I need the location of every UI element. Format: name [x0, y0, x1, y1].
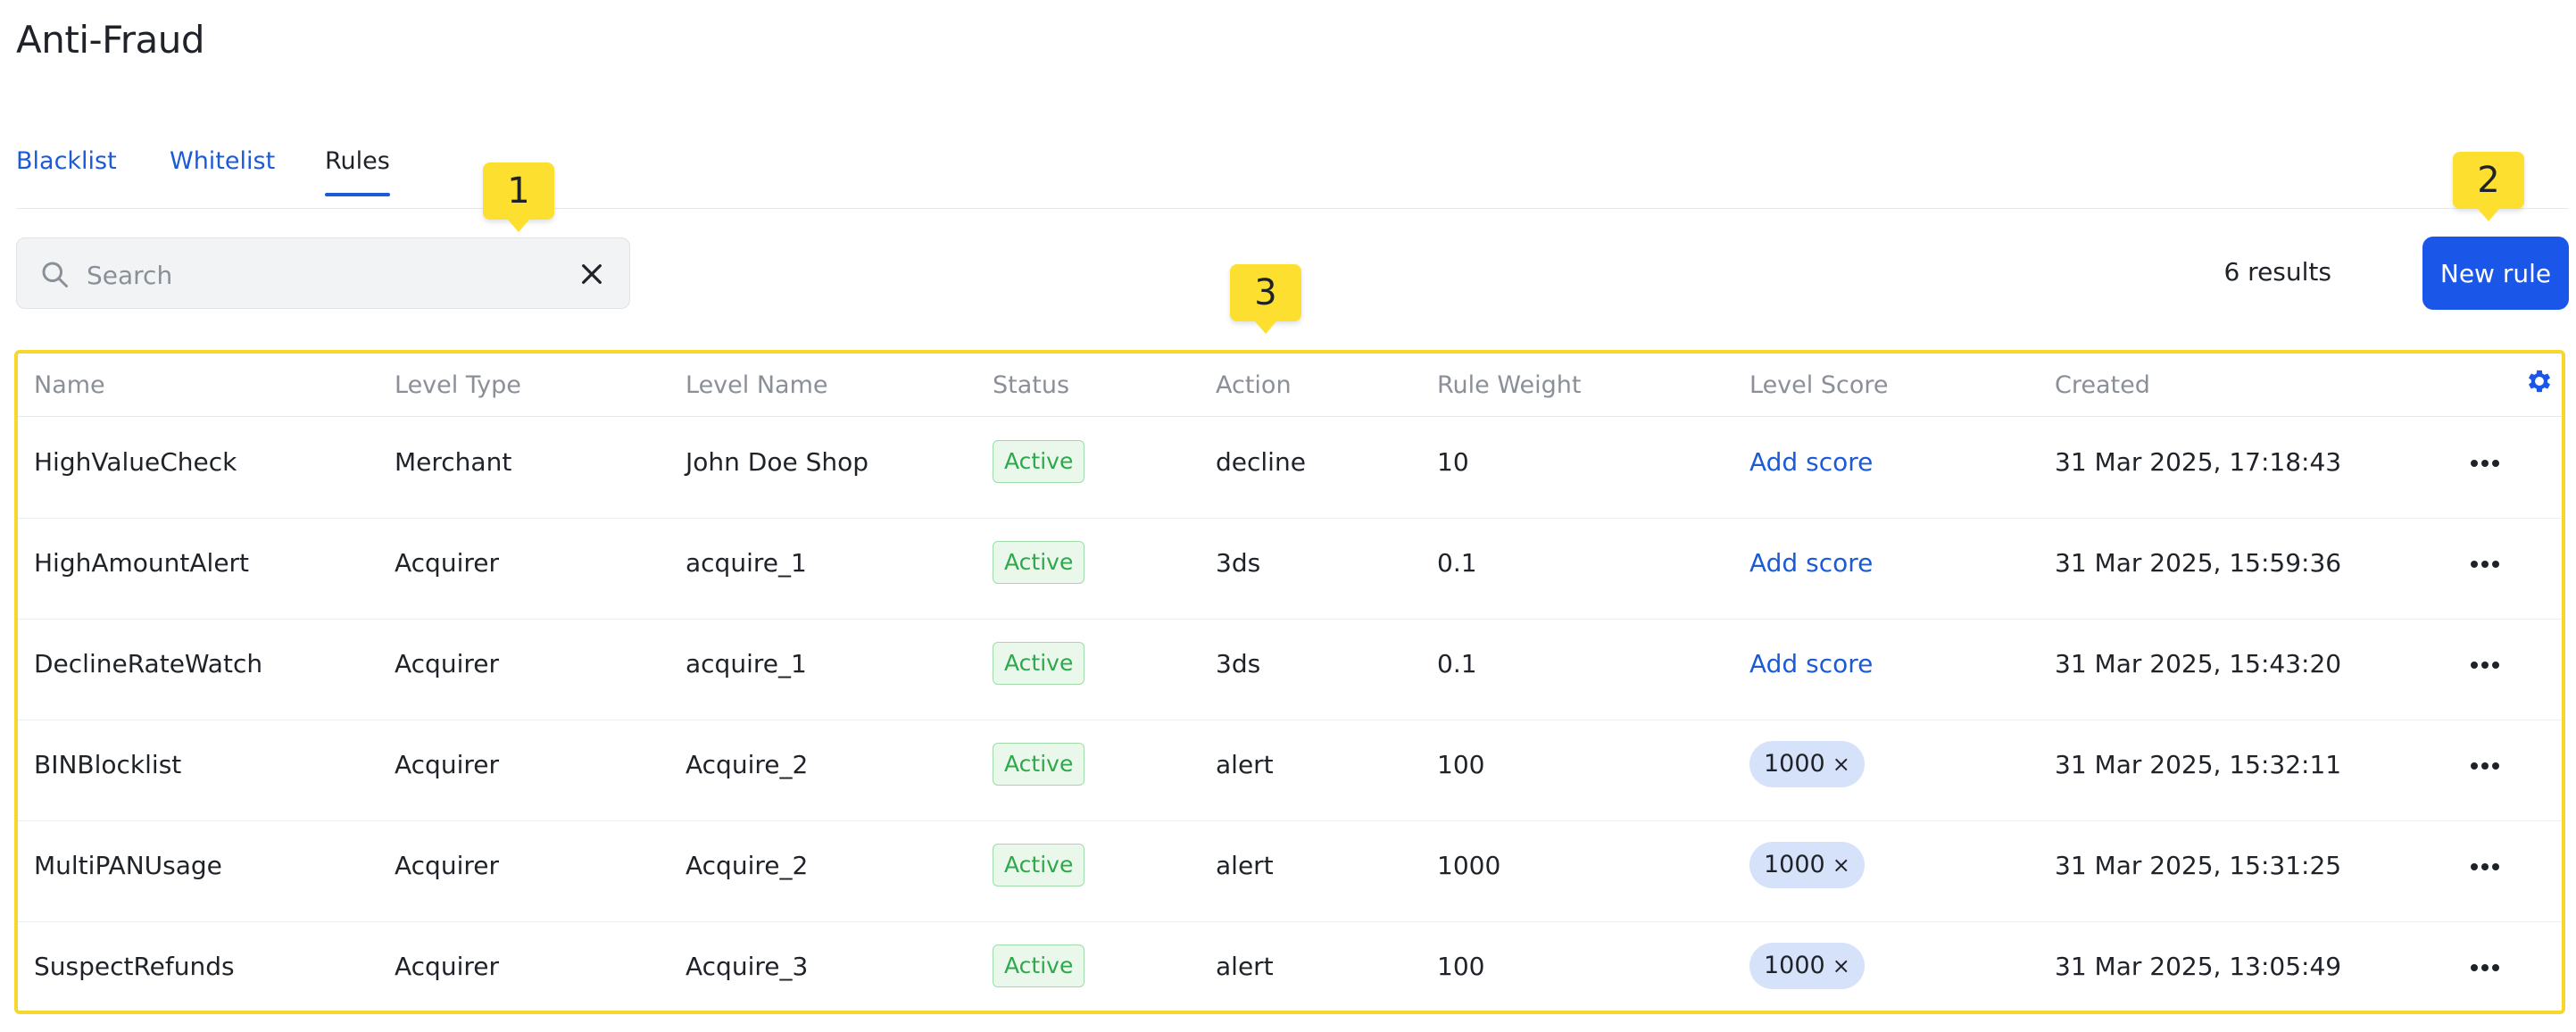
column-header-level-score[interactable]: Level Score: [1749, 371, 1888, 399]
table-header: Name Level Type Level Name Status Action…: [18, 354, 2562, 417]
cell-created: 31 Mar 2025, 17:18:43: [2055, 447, 2342, 477]
cell-action: 3ds: [1216, 649, 1261, 678]
cell-rule-weight: 100: [1437, 952, 1485, 981]
callout-3: 3: [1230, 264, 1301, 334]
more-horizontal-icon[interactable]: [2464, 748, 2506, 784]
cell-action: alert: [1216, 750, 1274, 779]
cell-created: 31 Mar 2025, 15:32:11: [2055, 750, 2342, 779]
column-header-level-type[interactable]: Level Type: [395, 371, 521, 399]
level-score-chip: 1000 ×: [1749, 741, 1865, 787]
column-header-rule-weight[interactable]: Rule Weight: [1437, 371, 1581, 399]
cell-level-name: Acquire_2: [686, 851, 809, 880]
cell-action: decline: [1216, 447, 1306, 477]
cell-level-name: Acquire_2: [686, 750, 809, 779]
page-title: Anti-Fraud: [16, 18, 205, 62]
cell-level-name: John Doe Shop: [686, 447, 869, 477]
tab-whitelist[interactable]: Whitelist: [170, 147, 275, 193]
cell-level-name: Acquire_3: [686, 952, 809, 981]
status-badge: Active: [993, 743, 1085, 786]
search-icon: [42, 262, 68, 287]
level-score-chip: 1000 ×: [1749, 943, 1865, 989]
table-row[interactable]: HighAmountAlert Acquirer acquire_1 Activ…: [18, 518, 2562, 620]
cell-created: 31 Mar 2025, 15:43:20: [2055, 649, 2342, 678]
cell-created: 31 Mar 2025, 13:05:49: [2055, 952, 2342, 981]
cell-created: 31 Mar 2025, 15:59:36: [2055, 548, 2342, 578]
cell-name: HighValueCheck: [34, 447, 237, 477]
cell-level-type: Acquirer: [395, 851, 499, 880]
tab-bar: Blacklist Whitelist Rules: [16, 147, 2569, 209]
cell-rule-weight: 1000: [1437, 851, 1501, 880]
callout-1: 1: [483, 162, 554, 232]
cell-action: 3ds: [1216, 548, 1261, 578]
status-badge: Active: [993, 642, 1085, 685]
search-box: [16, 237, 630, 309]
cell-created: 31 Mar 2025, 15:31:25: [2055, 851, 2342, 880]
cell-level-type: Acquirer: [395, 548, 499, 578]
cell-name: DeclineRateWatch: [34, 649, 263, 678]
callout-2: 2: [2453, 152, 2524, 221]
status-badge: Active: [993, 541, 1085, 584]
column-header-status[interactable]: Status: [993, 371, 1069, 399]
column-header-name[interactable]: Name: [34, 371, 105, 399]
level-score-value: 1000: [1764, 952, 1825, 979]
tab-rules[interactable]: Rules: [325, 147, 390, 196]
more-horizontal-icon[interactable]: [2464, 546, 2506, 582]
cell-rule-weight: 10: [1437, 447, 1469, 477]
table-row[interactable]: DeclineRateWatch Acquirer acquire_1 Acti…: [18, 619, 2562, 720]
close-icon[interactable]: [578, 260, 606, 288]
more-horizontal-icon[interactable]: [2464, 950, 2506, 986]
rules-table: Name Level Type Level Name Status Action…: [14, 350, 2565, 1014]
add-score-link[interactable]: Add score: [1749, 548, 1873, 578]
cell-level-type: Acquirer: [395, 952, 499, 981]
cell-level-type: Acquirer: [395, 649, 499, 678]
table-row[interactable]: BINBlocklist Acquirer Acquire_2 Active a…: [18, 720, 2562, 821]
cell-action: alert: [1216, 851, 1274, 880]
cell-rule-weight: 100: [1437, 750, 1485, 779]
more-horizontal-icon[interactable]: [2464, 647, 2506, 683]
column-header-created[interactable]: Created: [2055, 371, 2150, 399]
more-horizontal-icon[interactable]: [2464, 849, 2506, 885]
remove-score-icon[interactable]: ×: [1832, 943, 1850, 989]
table-row[interactable]: MultiPANUsage Acquirer Acquire_2 Active …: [18, 820, 2562, 922]
cell-rule-weight: 0.1: [1437, 548, 1477, 578]
cell-name: MultiPANUsage: [34, 851, 222, 880]
search-input[interactable]: [85, 254, 553, 295]
gear-icon[interactable]: [2524, 366, 2555, 396]
cell-name: SuspectRefunds: [34, 952, 235, 981]
cell-rule-weight: 0.1: [1437, 649, 1477, 678]
level-score-value: 1000: [1764, 851, 1825, 878]
table-row[interactable]: SuspectRefunds Acquirer Acquire_3 Active…: [18, 921, 2562, 1011]
cell-name: BINBlocklist: [34, 750, 182, 779]
add-score-link[interactable]: Add score: [1749, 649, 1873, 678]
new-rule-button[interactable]: New rule: [2422, 237, 2569, 310]
status-badge: Active: [993, 945, 1085, 987]
table-row[interactable]: HighValueCheck Merchant John Doe Shop Ac…: [18, 417, 2562, 519]
cell-name: HighAmountAlert: [34, 548, 250, 578]
cell-level-name: acquire_1: [686, 649, 807, 678]
more-horizontal-icon[interactable]: [2464, 445, 2506, 481]
level-score-chip: 1000 ×: [1749, 842, 1865, 888]
cell-level-type: Merchant: [395, 447, 512, 477]
cell-action: alert: [1216, 952, 1274, 981]
remove-score-icon[interactable]: ×: [1832, 741, 1850, 787]
cell-level-name: acquire_1: [686, 548, 807, 578]
results-count: 6 results: [2223, 257, 2331, 287]
remove-score-icon[interactable]: ×: [1832, 842, 1850, 888]
column-header-level-name[interactable]: Level Name: [686, 371, 828, 399]
cell-level-type: Acquirer: [395, 750, 499, 779]
status-badge: Active: [993, 440, 1085, 483]
tab-blacklist[interactable]: Blacklist: [16, 147, 117, 193]
status-badge: Active: [993, 844, 1085, 886]
add-score-link[interactable]: Add score: [1749, 447, 1873, 477]
column-header-action[interactable]: Action: [1216, 371, 1292, 399]
level-score-value: 1000: [1764, 750, 1825, 778]
